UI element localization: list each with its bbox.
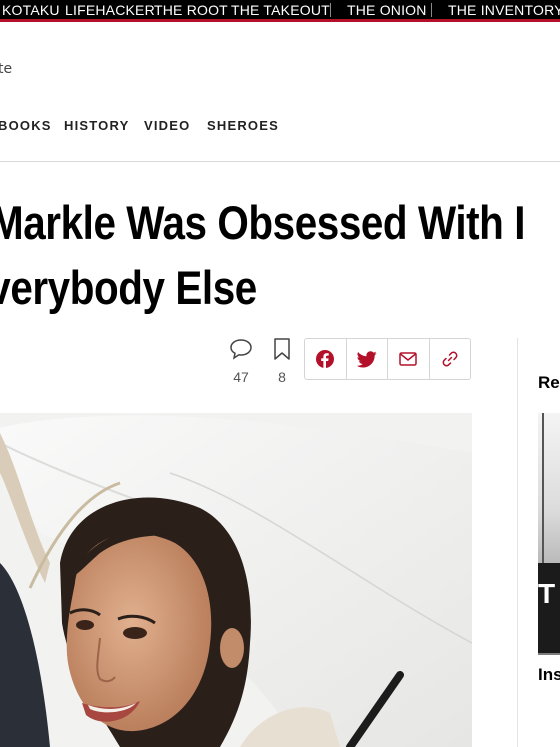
hero-image [0, 413, 472, 747]
bookmarks-count: 8 [278, 369, 286, 385]
email-icon [399, 352, 417, 366]
nav-item-books[interactable]: BOOKS [0, 118, 52, 133]
network-separator [330, 3, 331, 17]
nav-divider [0, 161, 560, 162]
network-link-the-takeout[interactable]: THE TAKEOUT [231, 2, 330, 18]
nav-item-video[interactable]: VIDEO [144, 118, 190, 133]
bookmark-button[interactable]: 8 [272, 338, 292, 385]
share-email-button[interactable] [388, 339, 430, 379]
link-icon [442, 351, 458, 367]
headline-line-1: Markle Was Obsessed With I [0, 196, 526, 249]
sidebar-caption[interactable]: Insi [538, 665, 560, 685]
network-separator [431, 3, 432, 17]
nav-item-history[interactable]: HISTORY [64, 118, 129, 133]
network-link-kotaku[interactable]: KOTAKU [2, 2, 60, 18]
sidebar-heading: Rec [538, 373, 560, 392]
article-headline: Markle Was Obsessed With I verybody Else [0, 190, 526, 320]
thumbnail-mast [542, 413, 544, 563]
network-link-the-inventory[interactable]: THE INVENTORY [448, 2, 560, 18]
facebook-icon [316, 350, 335, 368]
headline-line-2: verybody Else [0, 261, 257, 314]
comments-button[interactable]: 47 [229, 338, 253, 385]
network-link-the-root[interactable]: THE ROOT [154, 2, 228, 18]
sidebar-divider [517, 338, 518, 747]
site-logo[interactable]: te [0, 61, 12, 77]
comments-count: 47 [233, 369, 249, 385]
network-link-lifehacker[interactable]: LIFEHACKER [65, 2, 155, 18]
sidebar-thumbnail[interactable]: T [538, 413, 560, 655]
twitter-icon [356, 350, 377, 367]
comment-icon [230, 339, 252, 360]
share-bar [304, 338, 471, 380]
share-twitter-button[interactable] [347, 339, 388, 379]
bookmark-icon [274, 338, 290, 360]
thumbnail-text: T [538, 578, 556, 609]
share-link-button[interactable] [430, 339, 471, 379]
network-bar: KOTAKU LIFEHACKER THE ROOT THE TAKEOUT T… [0, 0, 560, 22]
nav-item-sheroes[interactable]: SHEROES [207, 118, 279, 133]
share-facebook-button[interactable] [305, 339, 347, 379]
network-link-the-onion[interactable]: THE ONION [347, 2, 427, 18]
